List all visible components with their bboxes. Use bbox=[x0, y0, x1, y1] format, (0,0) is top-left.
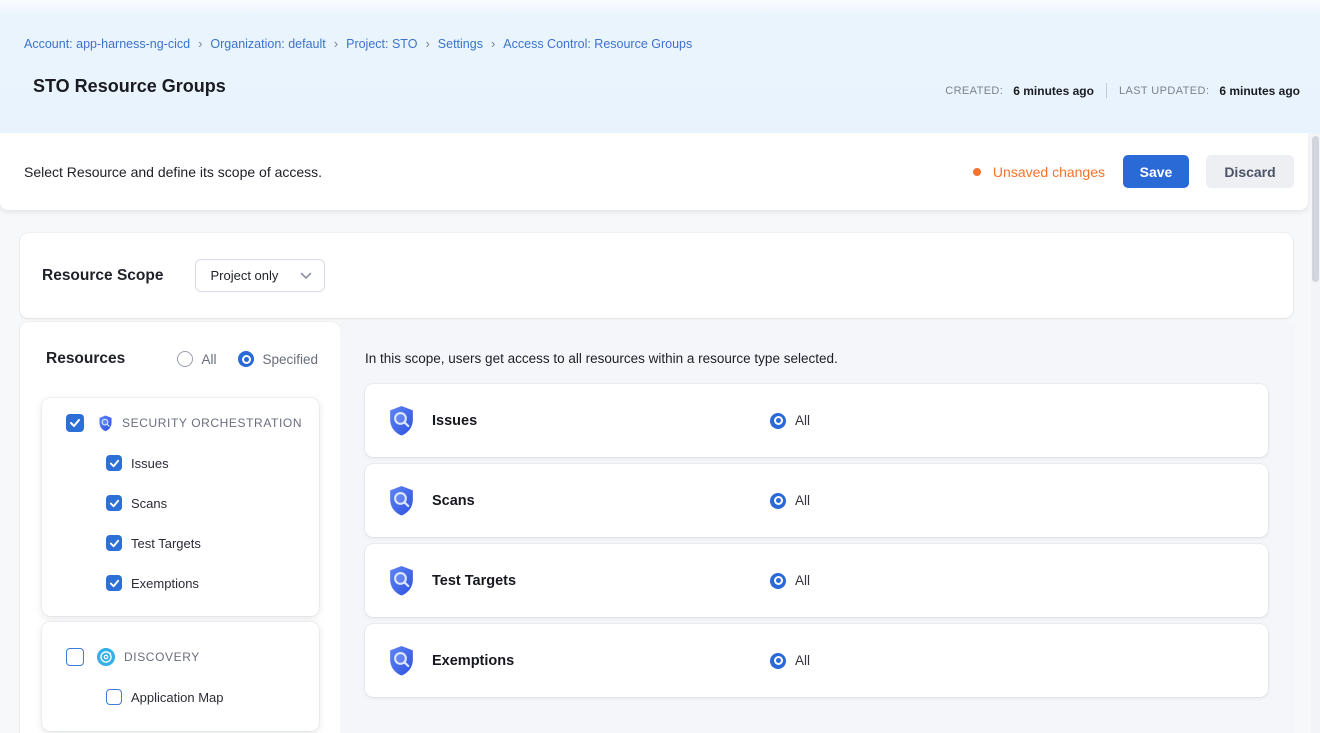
radio-selected-icon[interactable] bbox=[770, 653, 786, 669]
breadcrumb-settings[interactable]: Settings bbox=[438, 37, 483, 51]
unsaved-changes-indicator: Unsaved changes bbox=[973, 164, 1105, 180]
tree-item-label: Application Map bbox=[131, 690, 224, 705]
sto-shield-icon bbox=[388, 405, 415, 437]
scrollbar-thumb[interactable] bbox=[1312, 136, 1319, 282]
sto-shield-icon bbox=[388, 485, 415, 517]
resources-radio-all[interactable]: All bbox=[177, 351, 216, 367]
last-updated-value: 6 minutes ago bbox=[1219, 84, 1300, 98]
resources-panel: Resources All Specified SECURITY ORCHEST… bbox=[20, 322, 340, 733]
radio-selected-icon bbox=[238, 351, 254, 367]
resource-scope-selected: Project only bbox=[210, 268, 278, 283]
radio-unselected-icon bbox=[177, 351, 193, 367]
resource-card-issues: Issues All bbox=[365, 384, 1268, 457]
resource-card-title: Issues bbox=[432, 413, 477, 429]
radio-selected-icon[interactable] bbox=[770, 413, 786, 429]
check-icon bbox=[69, 417, 81, 429]
checkbox-scans[interactable] bbox=[106, 495, 122, 511]
checkbox-issues[interactable] bbox=[106, 455, 122, 471]
sto-shield-icon bbox=[388, 645, 415, 677]
resource-card-title: Scans bbox=[432, 493, 475, 509]
radio-selected-icon[interactable] bbox=[770, 573, 786, 589]
sto-shield-icon bbox=[98, 415, 113, 432]
breadcrumb-organization[interactable]: Organization: default bbox=[210, 37, 325, 51]
radio-selected-icon[interactable] bbox=[770, 493, 786, 509]
check-icon bbox=[109, 458, 120, 469]
resources-title: Resources bbox=[46, 350, 125, 368]
resources-radio-specified[interactable]: Specified bbox=[238, 351, 318, 367]
tree-item-label: Exemptions bbox=[131, 576, 199, 591]
checkbox-test-targets[interactable] bbox=[106, 535, 122, 551]
tree-item-label: Scans bbox=[131, 496, 167, 511]
resource-card-title: Test Targets bbox=[432, 573, 516, 589]
resource-scope-label: Resource Scope bbox=[42, 267, 163, 285]
timestamps: CREATED: 6 minutes ago LAST UPDATED: 6 m… bbox=[945, 83, 1300, 98]
breadcrumb-access-control[interactable]: Access Control: Resource Groups bbox=[503, 37, 692, 51]
unsaved-changes-label: Unsaved changes bbox=[993, 164, 1105, 180]
scope-detail-area: In this scope, users get access to all r… bbox=[340, 322, 1295, 733]
discovery-icon bbox=[97, 648, 115, 666]
group-card-discovery: DISCOVERY Application Map bbox=[42, 622, 319, 731]
scope-description: In this scope, users get access to all r… bbox=[365, 351, 838, 366]
group-label: SECURITY ORCHESTRATION bbox=[122, 416, 302, 430]
discard-button[interactable]: Discard bbox=[1206, 155, 1294, 188]
tree-item-label: Test Targets bbox=[131, 536, 201, 551]
radio-all-label: All bbox=[201, 352, 216, 367]
created-label: CREATED: bbox=[945, 85, 1003, 97]
check-icon bbox=[109, 498, 120, 509]
sto-shield-icon bbox=[388, 565, 415, 597]
chevron-right-icon: › bbox=[334, 37, 338, 50]
checkbox-security-orchestration[interactable] bbox=[66, 414, 84, 432]
unsaved-dot-icon bbox=[973, 168, 981, 176]
breadcrumb-account[interactable]: Account: app-harness-ng-cicd bbox=[24, 37, 190, 51]
group-card-security-orchestration: SECURITY ORCHESTRATION Issues Scans Test… bbox=[42, 398, 319, 616]
check-icon bbox=[109, 578, 120, 589]
access-all-label: All bbox=[795, 493, 810, 508]
tree-item-label: Issues bbox=[131, 456, 169, 471]
divider bbox=[1106, 83, 1107, 98]
resource-card-exemptions: Exemptions All bbox=[365, 624, 1268, 697]
radio-specified-label: Specified bbox=[262, 352, 318, 367]
last-updated-label: LAST UPDATED: bbox=[1119, 85, 1209, 97]
resource-card-title: Exemptions bbox=[432, 653, 514, 669]
checkbox-discovery[interactable] bbox=[66, 648, 84, 666]
access-all-label: All bbox=[795, 653, 810, 668]
page-header: Account: app-harness-ng-cicd › Organizat… bbox=[0, 0, 1320, 133]
created-value: 6 minutes ago bbox=[1013, 84, 1094, 98]
checkbox-application-map[interactable] bbox=[106, 689, 122, 705]
access-all-label: All bbox=[795, 413, 810, 428]
page-title: STO Resource Groups bbox=[33, 76, 226, 97]
save-button[interactable]: Save bbox=[1123, 155, 1189, 188]
chevron-right-icon: › bbox=[198, 37, 202, 50]
breadcrumb-project[interactable]: Project: STO bbox=[346, 37, 417, 51]
chevron-right-icon: › bbox=[491, 37, 495, 50]
checkbox-exemptions[interactable] bbox=[106, 575, 122, 591]
chevron-down-icon bbox=[300, 268, 312, 283]
resource-scope-dropdown[interactable]: Project only bbox=[195, 259, 325, 292]
group-label: DISCOVERY bbox=[124, 650, 200, 664]
resource-card-scans: Scans All bbox=[365, 464, 1268, 537]
check-icon bbox=[109, 538, 120, 549]
toolbar-description: Select Resource and define its scope of … bbox=[24, 164, 322, 180]
action-toolbar: Select Resource and define its scope of … bbox=[0, 133, 1308, 210]
resource-card-test-targets: Test Targets All bbox=[365, 544, 1268, 617]
access-all-label: All bbox=[795, 573, 810, 588]
chevron-right-icon: › bbox=[425, 37, 429, 50]
resource-scope-card: Resource Scope Project only bbox=[20, 233, 1293, 318]
breadcrumb: Account: app-harness-ng-cicd › Organizat… bbox=[24, 37, 692, 51]
vertical-scrollbar[interactable] bbox=[1311, 133, 1320, 733]
